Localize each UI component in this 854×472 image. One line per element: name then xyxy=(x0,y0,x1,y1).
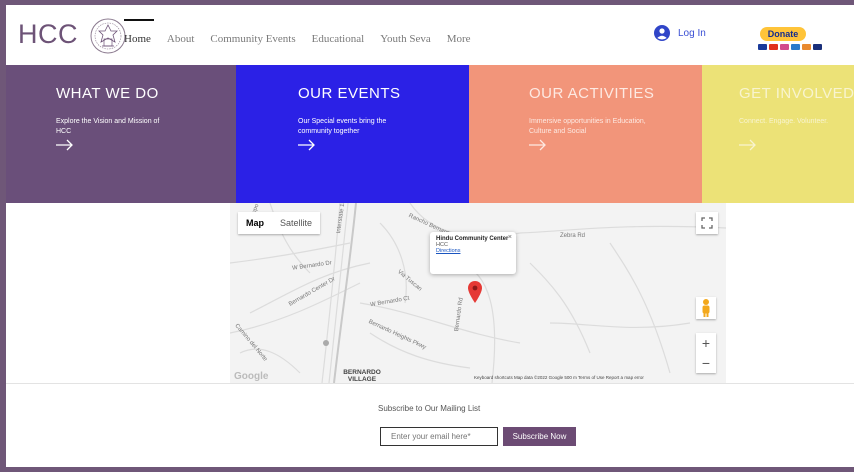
panel-description: Explore the Vision and Mission of HCC xyxy=(56,118,160,135)
panel-title: OUR ACTIVITIES xyxy=(529,85,655,102)
map-attribution[interactable]: Keyboard shortcuts Map data ©2022 Google… xyxy=(474,375,644,380)
fullscreen-button[interactable] xyxy=(696,212,718,234)
panel-description: Immersive opportunities in Education, Cu… xyxy=(529,118,646,135)
nav-community-events[interactable]: Community Events xyxy=(210,33,295,45)
panel-title: GET INVOLVED xyxy=(739,85,854,102)
zoom-controls: + − xyxy=(696,333,716,373)
login-label: Log In xyxy=(678,27,706,39)
panel-what-we-do[interactable]: WHAT WE DO Explore the Vision and Missio… xyxy=(6,65,236,203)
user-icon xyxy=(654,25,670,41)
donate-button[interactable]: Donate xyxy=(760,27,806,41)
pegman-icon xyxy=(702,299,710,317)
map-pin-icon[interactable] xyxy=(468,281,482,303)
panel-title: OUR EVENTS xyxy=(298,85,401,102)
panel-our-events[interactable]: OUR EVENTS Our Special events bring the … xyxy=(236,65,469,203)
nav-more[interactable]: More xyxy=(447,33,471,45)
panel-our-activities[interactable]: OUR ACTIVITIES Immersive opportunities i… xyxy=(469,65,702,203)
subscribe-title: Subscribe to Our Mailing List xyxy=(378,404,481,413)
nav-educational[interactable]: Educational xyxy=(312,33,365,45)
close-icon[interactable]: × xyxy=(508,234,512,241)
visa-card-icon xyxy=(758,44,767,50)
panel-description: Our Special events bring the community t… xyxy=(298,118,387,135)
map-info-popup: × Hindu Community Center HCC Directions xyxy=(430,232,516,274)
mastercard-icon xyxy=(769,44,778,50)
site-header: HCC Home About Community Events Educatio… xyxy=(6,5,854,67)
card-icon xyxy=(813,44,822,50)
map-type-satellite[interactable]: Satellite xyxy=(272,212,320,234)
arrow-right-icon[interactable] xyxy=(56,139,74,151)
fullscreen-icon xyxy=(701,217,713,229)
map-place-label: BERNARDO VILLAGE xyxy=(343,369,381,383)
card-icon xyxy=(780,44,789,50)
map-type-map[interactable]: Map xyxy=(238,212,272,234)
google-logo[interactable]: Google xyxy=(234,371,268,382)
zoom-out-button[interactable]: − xyxy=(696,353,716,373)
nav-about[interactable]: About xyxy=(167,33,195,45)
map-road-label: Zebra Rd xyxy=(560,233,586,239)
payment-cards xyxy=(758,44,824,50)
arrow-right-icon[interactable] xyxy=(298,139,316,151)
discover-card-icon xyxy=(802,44,811,50)
nav-home[interactable]: Home xyxy=(124,19,154,45)
nav-youth-seva[interactable]: Youth Seva xyxy=(380,33,431,45)
subscribe-button[interactable]: Subscribe Now xyxy=(503,427,576,446)
section-divider xyxy=(6,383,854,384)
directions-link[interactable]: Directions xyxy=(436,248,510,254)
google-map[interactable]: Interstate 15 Express Rancho Bernardo Rd… xyxy=(230,203,726,383)
street-view-button[interactable] xyxy=(696,297,716,319)
site-logo-text[interactable]: HCC xyxy=(18,19,78,50)
hcc-emblem-icon[interactable] xyxy=(89,17,127,55)
panel-description: Connect. Engage. Volunteer. xyxy=(739,118,829,125)
zoom-in-button[interactable]: + xyxy=(696,333,716,353)
arrow-right-icon[interactable] xyxy=(529,139,547,151)
panel-get-involved[interactable]: GET INVOLVED Connect. Engage. Volunteer. xyxy=(702,65,854,203)
page: HCC Home About Community Events Educatio… xyxy=(6,5,854,467)
amex-card-icon xyxy=(791,44,800,50)
main-nav: Home About Community Events Educational … xyxy=(124,19,487,45)
panel-title: WHAT WE DO xyxy=(56,85,159,102)
login-button[interactable]: Log In xyxy=(654,25,706,41)
email-input[interactable] xyxy=(380,427,498,446)
arrow-right-icon[interactable] xyxy=(739,139,757,151)
map-type-toggle: Map Satellite xyxy=(238,212,321,234)
